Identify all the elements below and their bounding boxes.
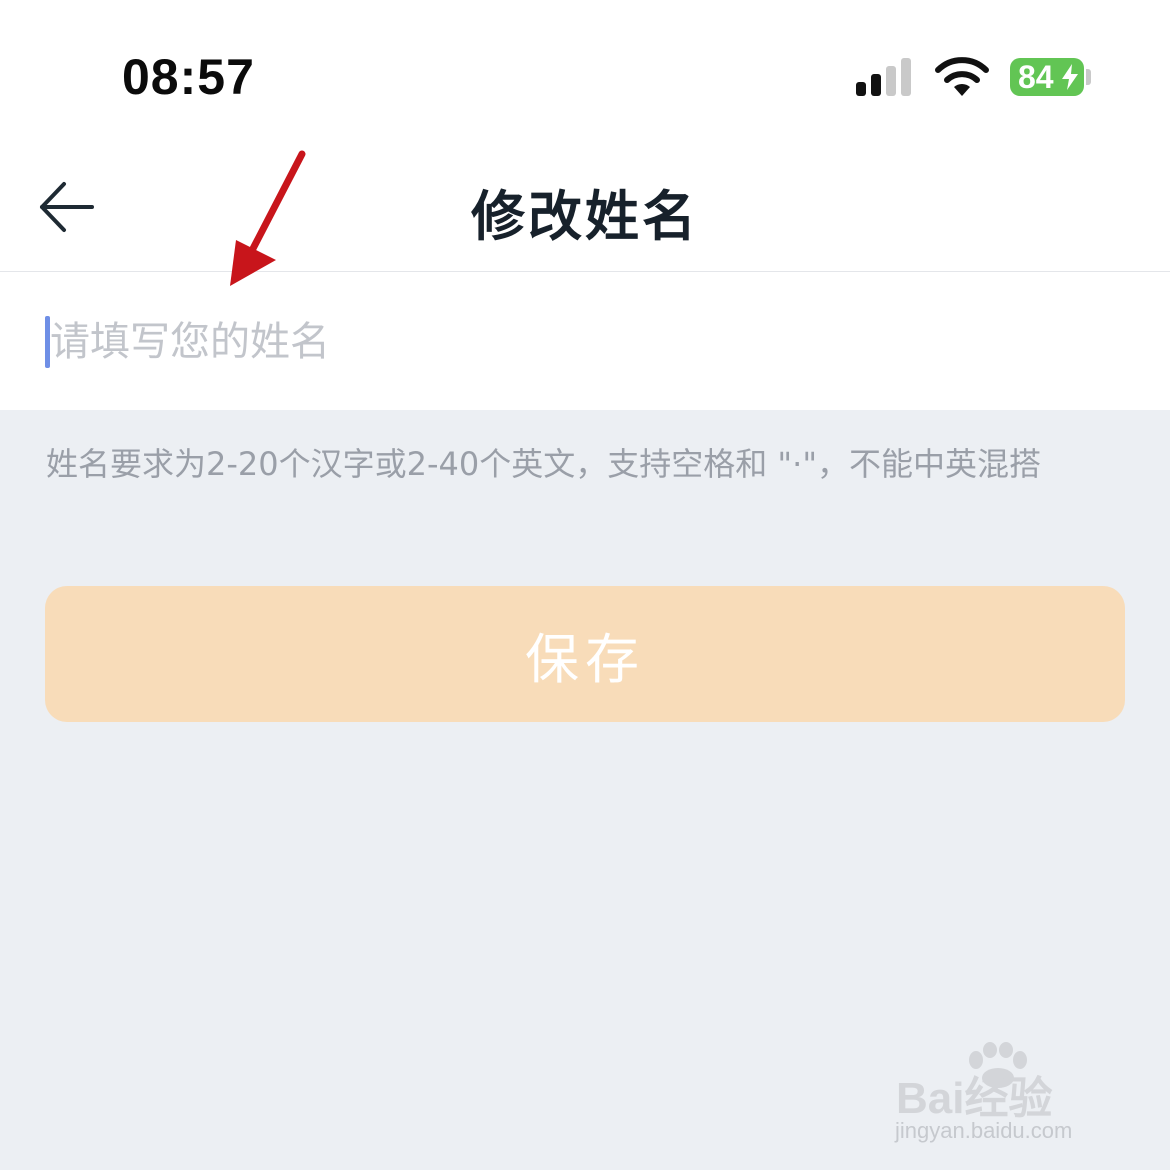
red-arrow-icon: [230, 150, 306, 286]
name-requirements-hint: 姓名要求为2-20个汉字或2-40个英文，支持空格和 "·"，不能中英混搭: [46, 445, 1042, 483]
battery-level: 84: [1018, 59, 1054, 95]
charging-bolt-icon: [1062, 64, 1078, 90]
wifi-icon: [935, 57, 989, 96]
battery-cap: [1086, 69, 1091, 85]
save-button[interactable]: 保存: [45, 586, 1125, 722]
name-input[interactable]: [50, 310, 1120, 374]
watermark-url: jingyan.baidu.com: [895, 1118, 1073, 1143]
watermark-brand: Bai经验: [896, 1074, 1053, 1123]
battery-indicator: 84: [1010, 58, 1084, 96]
status-time: 08:57: [122, 49, 255, 105]
cellular-signal-icon: [856, 58, 911, 96]
page-title: 修改姓名: [471, 185, 699, 248]
